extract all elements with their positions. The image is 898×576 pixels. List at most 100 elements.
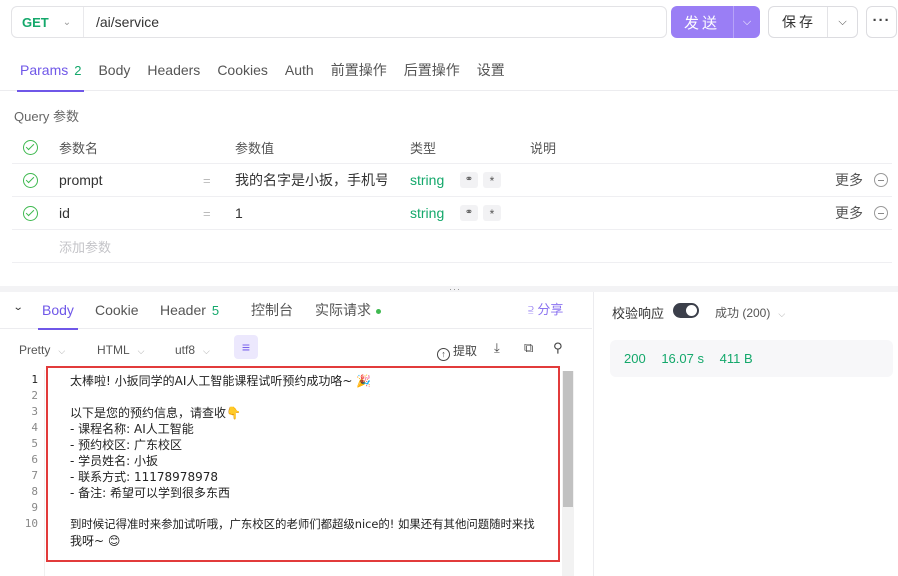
code-line: - 预约校区: 广东校区	[70, 438, 183, 452]
line-number: 8	[31, 485, 38, 498]
column-header-value: 参数值	[235, 140, 275, 156]
send-button[interactable]: 发送 ⌵	[671, 6, 760, 38]
required-asterisk-icon[interactable]: *	[483, 205, 501, 221]
tab-pre-operations[interactable]: 前置操作	[331, 50, 387, 91]
line-number: 6	[31, 453, 38, 466]
column-header-desc: 说明	[530, 140, 557, 156]
row-checkbox[interactable]	[23, 172, 38, 188]
tab-count-badge: 5	[211, 303, 220, 318]
line-number-gutter: 1 2 3 4 5 6 7 8 9 10	[11, 370, 45, 576]
tab-actual-request[interactable]: 实际请求	[315, 292, 381, 329]
save-button[interactable]: 保存 ⌵	[768, 6, 858, 38]
editor-scrollbar[interactable]	[562, 371, 574, 576]
method-select[interactable]: GET ⌄	[12, 7, 84, 37]
table-header-row: 参数名 参数值 类型 说明	[12, 131, 892, 164]
code-line: - 联系方式: 11178978978	[70, 470, 218, 484]
tab-headers[interactable]: Headers	[147, 50, 200, 91]
tab-post-operations[interactable]: 后置操作	[404, 50, 460, 91]
tab-console[interactable]: 控制台	[251, 292, 293, 329]
search-icon[interactable]: ⚲	[553, 340, 563, 356]
tab-label: Params	[20, 61, 69, 78]
tab-count-badge: 2	[74, 62, 82, 78]
line-number: 3	[31, 405, 38, 418]
word-wrap-icon[interactable]: ≡	[234, 335, 258, 359]
validate-response-toggle[interactable]	[673, 303, 699, 318]
param-value[interactable]: 我的名字是小扳，手机号	[235, 170, 387, 190]
drag-grip-icon[interactable]: ···	[449, 285, 461, 294]
required-asterisk-icon[interactable]: *	[483, 172, 501, 188]
tab-response-header[interactable]: Header 5	[160, 292, 219, 329]
tab-cookies[interactable]: Cookies	[217, 50, 268, 91]
status-dot-icon	[376, 308, 381, 314]
chevron-down-icon: ⌵	[203, 346, 210, 356]
line-number: 5	[31, 437, 38, 450]
format-select[interactable]: Pretty ⌵	[19, 343, 65, 357]
tab-body[interactable]: Body	[98, 50, 130, 91]
select-all-checkbox[interactable]	[23, 139, 38, 155]
encoding-value: utf8	[175, 343, 196, 357]
line-number: 4	[31, 421, 38, 434]
validate-response-label: 校验响应	[612, 306, 665, 321]
tab-label: Header	[160, 302, 206, 318]
extract-button[interactable]: ↑ 提取	[437, 342, 477, 361]
remove-circle-icon[interactable]	[874, 173, 888, 187]
code-line: - 课程名称: AI人工智能	[70, 422, 194, 436]
param-name[interactable]: prompt	[59, 172, 103, 188]
response-metrics: 200 16.07 s 411 B	[610, 340, 893, 377]
scrollbar-thumb[interactable]	[563, 371, 573, 507]
link-icon[interactable]: ⚭	[460, 205, 478, 221]
code-line: 到时候记得准时来参加试听哦，广东校区的老师们都超级nice的! 如果还有其他问题…	[70, 517, 535, 531]
response-code-editor[interactable]: 1 2 3 4 5 6 7 8 9 10 太棒啦! 小扳同学的AI人工智能课程试…	[11, 370, 574, 576]
line-number: 1	[31, 373, 38, 386]
line-number: 9	[31, 501, 38, 514]
param-type[interactable]: string	[410, 205, 444, 221]
language-select[interactable]: HTML ⌵	[97, 343, 145, 357]
code-line: 太棒啦! 小扳同学的AI人工智能课程试听预约成功咯~ 🎉	[70, 374, 372, 388]
tab-settings[interactable]: 设置	[477, 50, 505, 91]
response-tabs: ⌄ Body Cookie Header 5 控制台 实际请求 ⫆ 分享	[0, 292, 592, 330]
tab-label: 实际请求	[315, 302, 371, 318]
table-row: id = 1 string ⚭ * 更多	[12, 197, 892, 230]
column-header-name: 参数名	[59, 140, 99, 156]
equals-sign: =	[203, 205, 211, 221]
add-param-row[interactable]: 添加参数	[12, 230, 892, 263]
response-panel: ⌄ Body Cookie Header 5 控制台 实际请求 ⫆ 分享 Pret…	[0, 292, 592, 576]
tab-response-cookie[interactable]: Cookie	[95, 292, 139, 329]
link-icon[interactable]: ⚭	[460, 172, 478, 188]
param-name[interactable]: id	[59, 205, 70, 221]
expected-status-select[interactable]: 成功 (200) ⌵	[715, 304, 785, 321]
more-options-button[interactable]: ···	[866, 6, 897, 38]
tab-response-body[interactable]: Body	[38, 292, 78, 330]
line-number: 10	[24, 517, 38, 530]
collapse-chevron-icon[interactable]: ⌄	[13, 302, 24, 313]
more-link[interactable]: 更多	[835, 170, 863, 190]
encoding-select[interactable]: utf8 ⌵	[175, 343, 210, 357]
code-line: - 学员姓名: 小扳	[70, 454, 159, 468]
url-input[interactable]: /ai/service	[84, 14, 159, 30]
copy-icon[interactable]: ⧉	[524, 340, 533, 356]
share-button[interactable]: ⫆ 分享	[528, 292, 563, 329]
param-type[interactable]: string	[410, 172, 444, 188]
save-label: 保存	[782, 14, 816, 30]
tab-auth[interactable]: Auth	[285, 50, 314, 91]
chevron-down-icon[interactable]: ⌵	[734, 16, 760, 29]
more-link[interactable]: 更多	[835, 203, 863, 223]
line-number: 2	[31, 389, 38, 402]
response-meta-panel: 校验响应 成功 (200) ⌵ 200 16.07 s 411 B	[593, 292, 898, 576]
row-checkbox[interactable]	[23, 205, 38, 221]
share-icon: ⫆	[528, 302, 534, 317]
code-line: 以下是您的预约信息，请查收👇	[70, 406, 241, 420]
chevron-down-icon: ⌵	[58, 346, 66, 356]
chevron-down-icon: ⌵	[778, 309, 786, 319]
download-icon[interactable]: ⤓	[494, 340, 500, 356]
format-value: Pretty	[19, 343, 51, 357]
param-value[interactable]: 1	[235, 205, 387, 221]
chevron-down-icon: ⌄	[62, 16, 72, 28]
chevron-down-icon: ⌵	[137, 346, 145, 356]
tab-params[interactable]: Params 2	[16, 50, 85, 92]
remove-circle-icon[interactable]	[874, 206, 888, 220]
code-line: 我呀~ 😊	[70, 534, 121, 548]
add-param-placeholder[interactable]: 添加参数	[59, 237, 111, 256]
chevron-down-icon[interactable]: ⌵	[828, 16, 857, 29]
table-row: prompt = 我的名字是小扳，手机号 string ⚭ * 更多	[12, 164, 892, 197]
